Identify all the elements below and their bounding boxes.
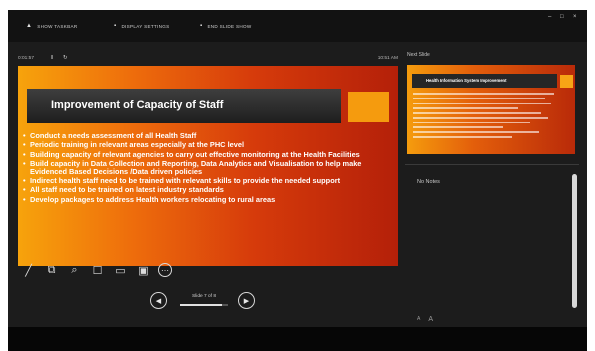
taskbar-icon: ▲ <box>26 23 33 29</box>
see-all-slides-icon[interactable]: ⧉ <box>43 262 60 279</box>
previous-slide-button[interactable]: ◀ <box>150 292 167 309</box>
thumbnail-line <box>413 131 539 133</box>
notes-scrollbar[interactable] <box>572 174 577 308</box>
thumbnail-text-lines <box>413 93 563 141</box>
thumbnail-line <box>413 126 503 129</box>
current-slide: Improvement of Capacity of Staff Conduct… <box>18 66 398 266</box>
pen-icon[interactable]: ╱ <box>20 262 37 279</box>
thumbnail-line <box>413 112 541 114</box>
thumbnail-line <box>413 107 518 109</box>
slide-bullet: Building capacity of relevant agencies t… <box>23 150 393 159</box>
display-settings-label: Display Settings <box>121 23 170 29</box>
thumbnail-title: Health Information System Improvement <box>426 78 507 83</box>
slide-accent-block <box>348 92 389 122</box>
slide-bullet: Develop packages to address Health worke… <box>23 195 393 204</box>
pointer-icon[interactable]: ☐ <box>89 262 106 279</box>
decrease-text-size-button[interactable]: A <box>417 316 420 323</box>
more-options-icon[interactable]: ⋯ <box>158 263 172 277</box>
next-slide-label: Next Slide <box>407 52 430 58</box>
slide-bullet: Indirect health staff need to be trained… <box>23 177 393 185</box>
slide-bullet: All staff need to be trained on latest i… <box>23 186 393 194</box>
slide-bullet: Periodic training in relevant areas espe… <box>23 141 393 149</box>
show-taskbar-button[interactable]: ▲ Show Taskbar <box>26 21 77 31</box>
presenter-tools: ╱ ⧉ ⌕ ☐ ▭ ▣ ⋯ <box>20 260 172 280</box>
top-toolbar: ▲ Show Taskbar ▪ Display Settings ▪ End … <box>8 10 587 42</box>
presenter-header: 0:01:57 ‖ ↻ 10:51 AM <box>18 54 398 64</box>
slide-title: Improvement of Capacity of Staff <box>51 99 224 111</box>
zoom-icon[interactable]: ⌕ <box>66 262 83 279</box>
slide-bullet: Build capacity in Data Collection and Re… <box>23 160 393 176</box>
taskbar-strip <box>8 327 587 351</box>
notes-zoom-controls: A A <box>417 316 433 323</box>
slide-progress-track <box>180 304 228 306</box>
speaker-notes[interactable]: No Notes <box>417 179 440 185</box>
right-pane: Next Slide Health Information System Imp… <box>405 46 579 323</box>
increase-text-size-button[interactable]: A <box>428 316 433 323</box>
end-show-icon: ▪ <box>200 23 203 29</box>
thumbnail-line <box>413 97 545 100</box>
next-slide-thumbnail[interactable]: Health Information System Improvement <box>407 65 575 154</box>
black-screen-icon[interactable]: ▭ <box>112 262 129 279</box>
end-slide-show-button[interactable]: ▪ End Slide Show <box>200 21 251 31</box>
presenter-window: ▲ Show Taskbar ▪ Display Settings ▪ End … <box>8 10 587 327</box>
display-settings-button[interactable]: ▪ Display Settings <box>114 21 169 31</box>
thumbnail-line <box>413 93 554 95</box>
subtitles-icon[interactable]: ▣ <box>135 262 152 279</box>
slide-counter[interactable]: Slide 7 of 8 <box>174 294 234 299</box>
thumbnail-line <box>413 136 512 138</box>
reset-timer-icon[interactable]: ↻ <box>63 55 68 61</box>
slide-navigation: ◀ Slide 7 of 8 ▶ <box>150 290 260 312</box>
pane-divider <box>405 164 579 165</box>
slide-bullet-list: Conduct a needs assessment of all Health… <box>23 132 393 205</box>
current-time: 10:51 AM <box>377 56 398 61</box>
thumbnail-line <box>413 102 551 105</box>
minimize-button[interactable]: – <box>548 14 551 20</box>
next-slide-button[interactable]: ▶ <box>238 292 255 309</box>
thumbnail-accent-block <box>560 75 573 88</box>
slide-bullet: Conduct a needs assessment of all Health… <box>23 132 393 140</box>
thumbnail-title-bar: Health Information System Improvement <box>412 74 557 88</box>
show-taskbar-label: Show Taskbar <box>37 23 78 29</box>
slide-title-bar: Improvement of Capacity of Staff <box>27 89 341 123</box>
restore-button[interactable]: □ <box>560 14 564 20</box>
thumbnail-line <box>413 116 548 119</box>
pause-timer-icon[interactable]: ‖ <box>51 55 53 61</box>
end-slide-show-label: End Slide Show <box>207 23 252 29</box>
display-settings-icon: ▪ <box>114 23 117 29</box>
elapsed-timer: 0:01:57 <box>18 56 35 61</box>
slide-progress-fill <box>180 304 222 306</box>
thumbnail-line <box>413 121 530 124</box>
close-button[interactable]: × <box>573 14 577 20</box>
